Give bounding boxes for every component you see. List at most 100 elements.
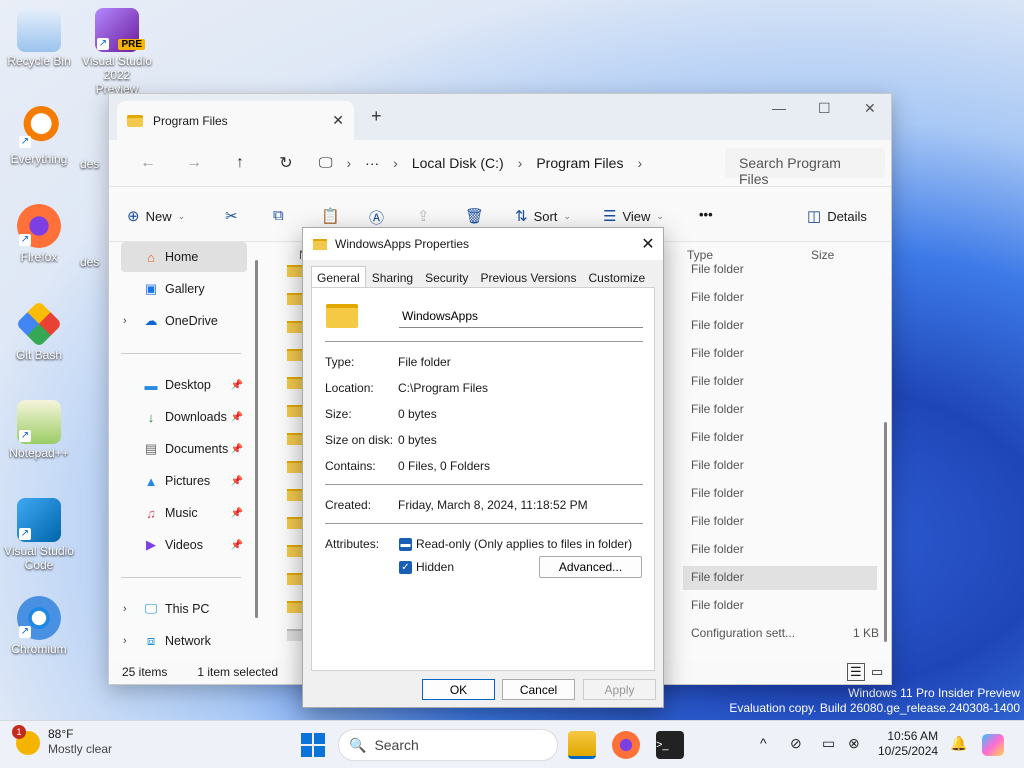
firefox-taskbar-icon[interactable]	[612, 731, 640, 759]
desktop-icon-recycle-bin[interactable]: Recycle Bin	[4, 8, 74, 68]
nav-item-downloads[interactable]: ↓ Downloads 📌	[121, 402, 247, 432]
up-button[interactable]: ↑	[217, 154, 263, 172]
rename-button[interactable]: Ⓐ	[369, 207, 384, 228]
table-row[interactable]: File folder	[691, 570, 744, 584]
pin-icon[interactable]: 📌	[231, 540, 243, 551]
dialog-close-button[interactable]: ✕	[633, 234, 663, 254]
table-row[interactable]: File folder	[691, 458, 744, 472]
selection-count: 1 item selected	[197, 665, 279, 679]
chevron-right-icon[interactable]: ›	[123, 603, 127, 615]
column-header-type[interactable]: Type	[687, 248, 713, 262]
pin-icon[interactable]: 📌	[231, 476, 243, 487]
table-row[interactable]: File folder	[691, 598, 744, 612]
taskbar-search[interactable]: 🔍 Search	[338, 729, 558, 761]
search-input[interactable]: Search Program Files	[725, 148, 885, 187]
file-list-scrollbar[interactable]	[884, 422, 887, 642]
share-button[interactable]: ⇪	[417, 207, 430, 225]
chevron-up-icon[interactable]: ^	[760, 735, 767, 751]
nav-item-network[interactable]: › ⧈ Network	[121, 626, 247, 656]
table-row[interactable]: Configuration sett...	[691, 626, 795, 640]
paste-button[interactable]: 📋	[321, 207, 340, 225]
network-disconnected-icon[interactable]: ⊘	[790, 735, 802, 752]
weather-widget[interactable]: 1 88°F Mostly clear	[12, 725, 112, 757]
column-header-size[interactable]: Size	[811, 248, 834, 262]
desktop-icon-visual-studio[interactable]: ↗ PRE Visual Studio 2022 Preview	[82, 8, 152, 96]
table-row[interactable]: File folder	[691, 318, 744, 332]
nav-item-gallery[interactable]: ▣ Gallery	[121, 274, 247, 304]
nav-item-onedrive[interactable]: › ☁ OneDrive	[121, 306, 247, 336]
ok-button[interactable]: OK	[422, 679, 495, 700]
breadcrumb-program-files[interactable]: Program Files	[536, 155, 623, 171]
table-row[interactable]: File folder	[691, 346, 744, 360]
pin-icon[interactable]: 📌	[231, 508, 243, 519]
desktop-icon-firefox[interactable]: ↗ Firefox	[4, 204, 74, 264]
chevron-right-icon[interactable]: ›	[123, 315, 127, 327]
nav-item-desktop[interactable]: ▬ Desktop 📌	[121, 370, 247, 400]
display-icon[interactable]: ▭	[822, 735, 835, 752]
details-button[interactable]: ◫ Details	[807, 207, 867, 225]
view-button[interactable]: ☰ View ⌄	[603, 207, 664, 225]
refresh-button[interactable]: ↻	[263, 153, 309, 173]
readonly-checkbox[interactable]: ▬ Read-only (Only applies to files in fo…	[399, 537, 632, 551]
address-bar: ← → ↑ ↻ 🖵 › ··· › Local Disk (C:) › Prog…	[109, 140, 891, 187]
desktop-icon-partial-2[interactable]: des	[80, 255, 110, 269]
nav-item-videos[interactable]: ▶ Videos 📌	[121, 530, 247, 560]
advanced-button[interactable]: Advanced...	[539, 556, 642, 578]
desktop-icon-chromium[interactable]: ↗ Chromium	[4, 596, 74, 656]
pin-icon[interactable]: 📌	[231, 380, 243, 391]
back-button[interactable]: ←	[125, 154, 171, 172]
pin-icon[interactable]: 📌	[231, 412, 243, 423]
table-row[interactable]: File folder	[691, 402, 744, 416]
terminal-taskbar-icon[interactable]: >_	[656, 731, 684, 759]
forward-button[interactable]: →	[171, 154, 217, 172]
folder-name-field[interactable]	[399, 304, 643, 328]
copy-button[interactable]: ⧉	[273, 207, 284, 224]
table-row[interactable]: File folder	[691, 290, 744, 304]
maximize-button[interactable]: ☐	[818, 100, 831, 117]
tab-program-files[interactable]: Program Files ✕	[117, 101, 354, 140]
notification-bell-icon[interactable]: 🔔	[950, 735, 967, 752]
nav-scrollbar[interactable]	[255, 260, 258, 618]
minimize-button[interactable]: —	[772, 100, 786, 116]
details-pane-icon: ◫	[807, 208, 822, 225]
desktop-icon-git-bash[interactable]: Git Bash	[4, 300, 74, 362]
desktop-icon-vscode[interactable]: ↗ Visual Studio Code	[4, 498, 74, 572]
hidden-checkbox[interactable]: ✓ Hidden	[399, 560, 454, 574]
pin-icon[interactable]: 📌	[231, 444, 243, 455]
tiles-view-toggle[interactable]: ▭	[871, 664, 883, 680]
table-row[interactable]: File folder	[691, 374, 744, 388]
chevron-right-icon[interactable]: ›	[123, 635, 127, 647]
scissors-icon: ✂	[225, 208, 238, 225]
table-row[interactable]: File folder	[691, 262, 744, 276]
new-button[interactable]: ⊕ New ⌄	[127, 207, 185, 225]
nav-item-home[interactable]: ⌂ Home	[121, 242, 247, 272]
file-explorer-taskbar-icon[interactable]	[568, 731, 596, 759]
new-tab-button[interactable]: +	[371, 106, 382, 127]
desktop-icon-partial-1[interactable]: des	[80, 157, 110, 171]
clock[interactable]: 10:56 AM 10/25/2024	[878, 729, 938, 759]
delete-button[interactable]: 🗑	[465, 207, 484, 225]
see-more-button[interactable]: •••	[699, 207, 713, 222]
desktop-icon-everything[interactable]: ↗ Everything	[4, 106, 74, 166]
table-row[interactable]: File folder	[691, 486, 744, 500]
volume-muted-icon[interactable]: ⊗	[848, 735, 860, 752]
nav-item-pictures[interactable]: ▲ Pictures 📌	[121, 466, 247, 496]
nav-item-this-pc[interactable]: › 🖵 This PC	[121, 594, 247, 624]
cancel-button[interactable]: Cancel	[502, 679, 575, 700]
nav-item-music[interactable]: ♫ Music 📌	[121, 498, 247, 528]
cut-button[interactable]: ✂	[225, 207, 238, 225]
details-view-toggle[interactable]: ☰	[847, 663, 865, 681]
copilot-icon[interactable]	[982, 734, 1004, 756]
nav-item-documents[interactable]: ▤ Documents 📌	[121, 434, 247, 464]
desktop-icon-notepad-plus-plus[interactable]: ↗ Notepad++	[4, 400, 74, 460]
close-tab-icon[interactable]: ✕	[332, 112, 344, 129]
table-row[interactable]: File folder	[691, 542, 744, 556]
more-crumbs-button[interactable]: ···	[365, 155, 379, 171]
table-row[interactable]: File folder	[691, 430, 744, 444]
apply-button[interactable]: Apply	[583, 679, 656, 700]
breadcrumb-local-disk[interactable]: Local Disk (C:)	[412, 155, 504, 171]
start-button[interactable]	[301, 733, 325, 757]
close-window-button[interactable]: ✕	[864, 100, 876, 117]
sort-button[interactable]: ⇅ Sort ⌄	[515, 207, 571, 225]
table-row[interactable]: File folder	[691, 514, 744, 528]
